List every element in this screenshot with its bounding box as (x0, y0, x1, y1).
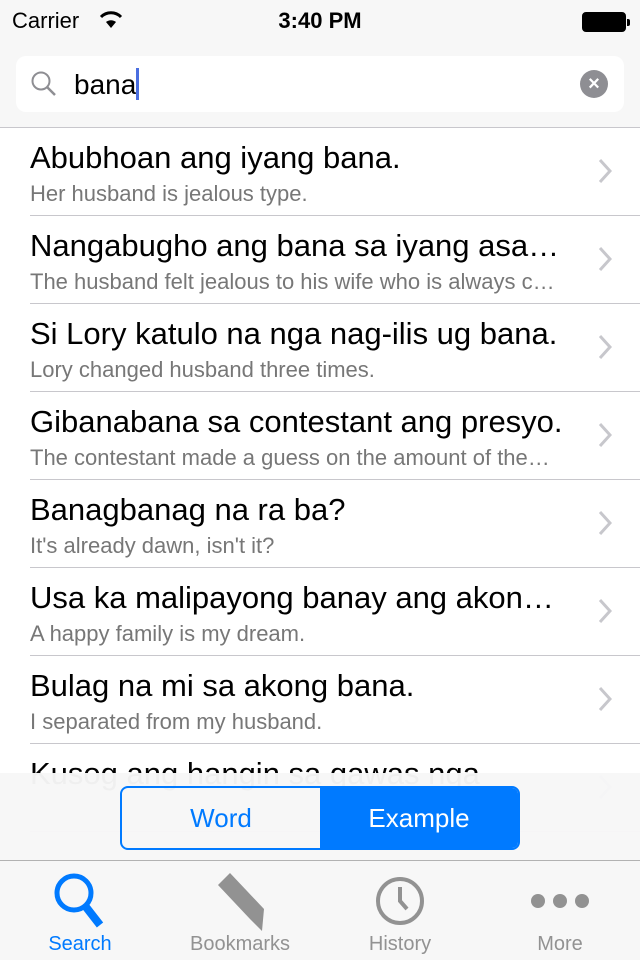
chevron-right-icon (598, 598, 612, 624)
clock-icon (376, 877, 424, 925)
result-translation: Lory changed husband three times. (30, 357, 375, 382)
search-value: bana (74, 69, 137, 100)
result-translation: A happy family is my dream. (30, 621, 306, 646)
chevron-right-icon (598, 334, 612, 360)
result-title: Usa ka malipayong banay ang akong damgo. (30, 580, 565, 615)
tab-more[interactable]: More (480, 861, 640, 960)
search-input[interactable]: bana × (16, 56, 624, 112)
result-translation: The husband felt jealous to his wife who… (30, 269, 555, 294)
status-bar: Carrier 3:40 PM (0, 0, 640, 40)
chevron-right-icon (598, 422, 612, 448)
chevron-right-icon (598, 158, 612, 184)
result-title: Bulag na mi sa akong bana. (30, 668, 415, 703)
results-list: Abubhoan ang iyang bana. Her husband is j… (0, 128, 640, 832)
result-row[interactable]: Bulag na mi sa akong bana. I separated fr… (30, 656, 640, 744)
segment-word[interactable]: Word (122, 788, 320, 848)
result-row[interactable]: Usa ka malipayong banay ang akong damgo.… (30, 568, 640, 656)
tab-label: History (368, 933, 432, 955)
result-title: Si Lory katulo na nga nag-ilis ug bana. (30, 316, 558, 351)
result-row[interactable]: Nangabugho ang bana sa iyang asawa nga a… (30, 216, 640, 304)
tab-bookmarks[interactable]: Bookmarks (160, 861, 320, 960)
search-icon (54, 873, 104, 928)
result-translation: It's already dawn, isn't it? (30, 533, 275, 558)
tab-label: More (537, 933, 583, 955)
chevron-right-icon (598, 246, 612, 272)
result-translation: The contestant made a guess on the amoun… (30, 445, 555, 470)
chevron-right-icon (598, 686, 612, 712)
segment-example[interactable]: Example (320, 788, 518, 848)
tab-bar: Search Bookmarks History More (0, 861, 640, 960)
clear-icon[interactable]: × (580, 70, 608, 98)
search-icon (31, 71, 56, 96)
result-title: Gibanabana sa contestant ang presyo. (30, 404, 563, 439)
search-bar: bana × (0, 40, 640, 128)
text-caret (136, 68, 140, 100)
chevron-right-icon (598, 510, 612, 536)
battery-icon (582, 12, 630, 32)
result-row[interactable]: Si Lory katulo na nga nag-ilis ug bana. L… (30, 304, 640, 392)
tab-label: Search (48, 933, 112, 955)
mode-segmented-control: Word Example (120, 786, 520, 850)
result-row[interactable]: Abubhoan ang iyang bana. Her husband is j… (30, 128, 640, 216)
more-icon (531, 894, 589, 908)
result-row[interactable]: Gibanabana sa contestant ang presyo. The … (30, 392, 640, 480)
mode-toolbar: Word Example (0, 773, 640, 861)
tab-label: Bookmarks (189, 933, 291, 955)
result-title: Nangabugho ang bana sa iyang asawa nga a… (30, 228, 565, 263)
tab-search[interactable]: Search (0, 861, 160, 960)
tab-history[interactable]: History (320, 861, 480, 960)
result-title: Banagbanag na ra ba? (30, 492, 346, 527)
bookmark-icon (218, 873, 264, 931)
clock: 3:40 PM (278, 8, 362, 33)
result-translation: I separated from my husband. (30, 709, 323, 734)
result-translation: Her husband is jealous type. (30, 181, 308, 206)
result-title: Abubhoan ang iyang bana. (30, 140, 401, 175)
result-row[interactable]: Banagbanag na ra ba? It's already dawn, i… (30, 480, 640, 568)
